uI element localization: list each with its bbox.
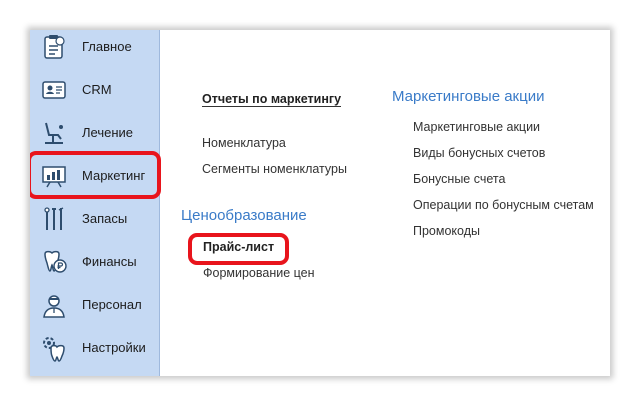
promo-link-bonus-operations[interactable]: Операции по бонусным счетам	[413, 198, 594, 212]
promo-link-bonus-types[interactable]: Виды бонусных счетов	[413, 146, 545, 160]
main-content: Отчеты по маркетингу Номенклатура Сегмен…	[160, 30, 610, 376]
sidebar-item-main[interactable]: Главное	[30, 30, 159, 68]
doctor-icon	[40, 291, 68, 319]
sidebar-item-finance[interactable]: Финансы	[30, 241, 159, 283]
nomenclature-link[interactable]: Номенклатура	[202, 136, 286, 150]
contact-card-icon	[40, 76, 68, 104]
price-list-highlight	[188, 233, 289, 265]
tooth-ruble-icon	[40, 248, 68, 276]
sidebar-item-staff[interactable]: Персонал	[30, 284, 159, 326]
promo-heading: Маркетинговые акции	[392, 88, 545, 105]
sidebar-item-label: Настройки	[82, 340, 146, 355]
marketing-highlight	[30, 151, 161, 199]
clipboard-tooth-icon	[40, 33, 68, 61]
pricing-heading: Ценообразование	[181, 207, 307, 224]
sidebar-item-crm[interactable]: CRM	[30, 69, 159, 111]
sidebar-item-label: Финансы	[82, 254, 137, 269]
sidebar-item-treatment[interactable]: Лечение	[30, 112, 159, 154]
sidebar-item-label: Персонал	[82, 297, 142, 312]
segments-link[interactable]: Сегменты номенклатуры	[202, 162, 347, 176]
sidebar-item-label: Лечение	[82, 125, 134, 140]
promo-link-promocodes[interactable]: Промокоды	[413, 224, 480, 238]
dental-tools-icon	[40, 205, 68, 233]
sidebar-item-settings[interactable]: Настройки	[30, 327, 159, 369]
reports-link[interactable]: Отчеты по маркетингу	[202, 92, 342, 107]
sidebar-item-label: CRM	[82, 82, 112, 97]
price-formation-link[interactable]: Формирование цен	[203, 266, 315, 280]
sidebar-item-label: Главное	[82, 39, 132, 54]
sidebar-item-label: Запасы	[82, 211, 128, 226]
promo-link-bonus-accounts[interactable]: Бонусные счета	[413, 172, 505, 186]
sidebar-item-stock[interactable]: Запасы	[30, 198, 159, 240]
promo-link-actions[interactable]: Маркетинговые акции	[413, 120, 540, 134]
dental-chair-icon	[40, 119, 68, 147]
tooth-gear-icon	[40, 334, 68, 362]
sidebar: Главное CRM Лечение Маркетинг Запасы Фин…	[30, 30, 160, 376]
app-window: Главное CRM Лечение Маркетинг Запасы Фин…	[30, 30, 610, 376]
